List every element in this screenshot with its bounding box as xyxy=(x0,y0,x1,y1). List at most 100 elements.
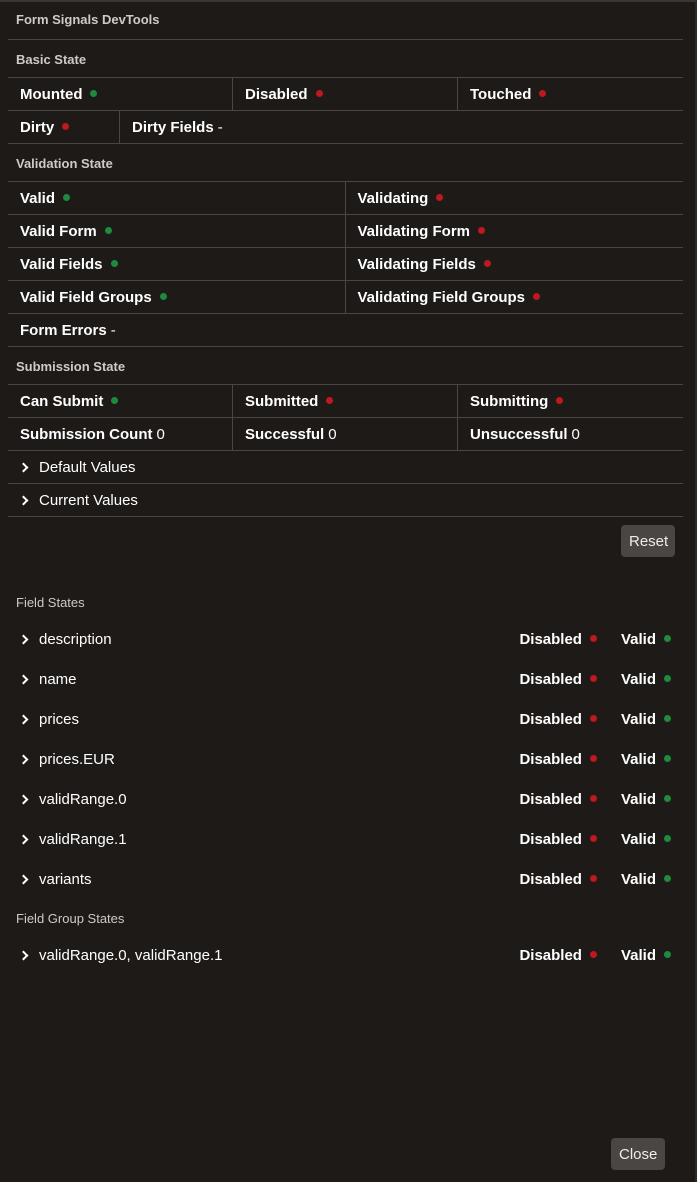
validating-status-dot xyxy=(436,193,444,201)
field-state-row[interactable]: validRange.1 Disabled Valid xyxy=(8,819,683,859)
submitted-cell: Submitted xyxy=(233,385,458,417)
validating-label: Validating xyxy=(357,189,429,207)
disabled-label: Disabled xyxy=(519,830,582,848)
field-status: Disabled Valid xyxy=(519,751,671,768)
chevron-right-icon xyxy=(18,874,29,884)
successful-cell: Successful 0 xyxy=(233,418,458,450)
valid-status-dot xyxy=(664,794,671,802)
submission-count-value: 0 xyxy=(156,425,165,443)
valid-label: Valid xyxy=(620,670,656,688)
valid-status-dot xyxy=(63,193,71,201)
disabled-status: Disabled xyxy=(519,791,597,808)
valid-label: Valid xyxy=(620,750,656,768)
validating-form-label: Validating Form xyxy=(357,222,471,240)
field-state-row[interactable]: description Disabled Valid xyxy=(8,619,683,659)
reset-button[interactable]: Reset xyxy=(621,525,675,557)
disabled-status-dot xyxy=(315,89,323,97)
valid-label: Valid xyxy=(620,830,656,848)
disabled-cell: Disabled xyxy=(233,78,458,110)
panel-title: Form Signals DevTools xyxy=(8,2,683,40)
form-errors-cell: Form Errors - xyxy=(8,314,683,346)
field-status: Disabled Valid xyxy=(519,871,671,888)
chevron-right-icon xyxy=(18,495,29,505)
valid-label: Valid xyxy=(20,189,56,207)
field-status: Disabled Valid xyxy=(519,831,671,848)
valid-fields-cell: Valid Fields xyxy=(8,248,346,280)
validating-fields-label: Validating Fields xyxy=(357,255,476,273)
field-state-row[interactable]: validRange.0 Disabled Valid xyxy=(8,779,683,819)
submission-row-1: Can Submit Submitted Submitting xyxy=(8,385,683,418)
validating-field-groups-cell: Validating Field Groups xyxy=(346,281,684,313)
disabled-status-dot xyxy=(589,754,597,762)
validation-state-heading: Validation State xyxy=(8,144,683,182)
unsuccessful-label: Unsuccessful xyxy=(470,425,568,443)
valid-label: Valid xyxy=(620,946,656,964)
basic-state-heading: Basic State xyxy=(8,40,683,78)
chevron-right-icon xyxy=(18,674,29,684)
current-values-toggle[interactable]: Current Values xyxy=(8,484,683,517)
close-button[interactable]: Close xyxy=(611,1138,665,1170)
validating-fields-status-dot xyxy=(483,259,491,267)
valid-status-dot xyxy=(664,754,671,762)
validation-row: Valid Form Validating Form xyxy=(8,215,683,248)
chevron-right-icon xyxy=(18,714,29,724)
field-status: Disabled Valid xyxy=(519,671,671,688)
field-group-states-list: validRange.0, validRange.1 Disabled Valid xyxy=(8,935,683,975)
field-name: prices xyxy=(39,710,80,728)
devtools-content: Form Signals DevTools Basic State Mounte… xyxy=(8,2,683,975)
validating-field-groups-label: Validating Field Groups xyxy=(357,288,526,306)
valid-cell: Valid xyxy=(8,182,346,214)
field-state-row[interactable]: variants Disabled Valid xyxy=(8,859,683,899)
valid-status-dot xyxy=(664,834,671,842)
touched-cell: Touched xyxy=(458,78,683,110)
valid-status-dot xyxy=(664,674,671,682)
submission-count-cell: Submission Count 0 xyxy=(8,418,233,450)
can-submit-label: Can Submit xyxy=(20,392,104,410)
mounted-label: Mounted xyxy=(20,85,83,103)
valid-field-groups-cell: Valid Field Groups xyxy=(8,281,346,313)
submitting-status-dot xyxy=(556,396,564,404)
field-name: name xyxy=(39,670,77,688)
reset-area: Reset xyxy=(8,517,683,591)
submitted-status-dot xyxy=(326,396,334,404)
disabled-label: Disabled xyxy=(519,870,582,888)
submission-count-label: Submission Count xyxy=(20,425,153,443)
disabled-status-dot xyxy=(589,794,597,802)
valid-field-groups-label: Valid Field Groups xyxy=(20,288,152,306)
field-group-state-row[interactable]: validRange.0, validRange.1 Disabled Valid xyxy=(8,935,683,975)
disabled-label: Disabled xyxy=(519,750,582,768)
devtools-panel: Form Signals DevTools Basic State Mounte… xyxy=(0,0,697,1182)
unsuccessful-cell: Unsuccessful 0 xyxy=(458,418,683,450)
field-state-row[interactable]: prices Disabled Valid xyxy=(8,699,683,739)
mounted-cell: Mounted xyxy=(8,78,233,110)
field-state-row[interactable]: name Disabled Valid xyxy=(8,659,683,699)
disabled-status-dot xyxy=(589,674,597,682)
default-values-toggle[interactable]: Default Values xyxy=(8,451,683,484)
valid-label: Valid xyxy=(620,870,656,888)
disabled-status-dot xyxy=(589,714,597,722)
field-states-heading: Field States xyxy=(16,595,85,610)
valid-label: Valid xyxy=(620,790,656,808)
dirty-cell: Dirty xyxy=(8,111,120,143)
field-state-row[interactable]: prices.EUR Disabled Valid xyxy=(8,739,683,779)
field-name: description xyxy=(39,630,112,648)
valid-status-dot xyxy=(664,714,671,722)
valid-label: Valid xyxy=(620,710,656,728)
field-name: variants xyxy=(39,870,92,888)
validating-fields-cell: Validating Fields xyxy=(346,248,684,280)
disabled-label: Disabled xyxy=(245,85,308,103)
field-states-list: description Disabled Valid name Disabled Vali… xyxy=(8,619,683,899)
valid-form-label: Valid Form xyxy=(20,222,97,240)
form-errors-value: - xyxy=(110,321,116,339)
valid-status-dot xyxy=(664,950,671,958)
dirty-fields-label: Dirty Fields xyxy=(132,118,214,136)
valid-status: Valid xyxy=(621,751,671,768)
submitted-label: Submitted xyxy=(245,392,319,410)
validating-form-status-dot xyxy=(478,226,486,234)
valid-status: Valid xyxy=(621,871,671,888)
submitting-label: Submitting xyxy=(470,392,549,410)
valid-status-dot xyxy=(664,634,671,642)
valid-form-cell: Valid Form xyxy=(8,215,346,247)
valid-fields-label: Valid Fields xyxy=(20,255,103,273)
form-errors-row: Form Errors - xyxy=(8,314,683,347)
